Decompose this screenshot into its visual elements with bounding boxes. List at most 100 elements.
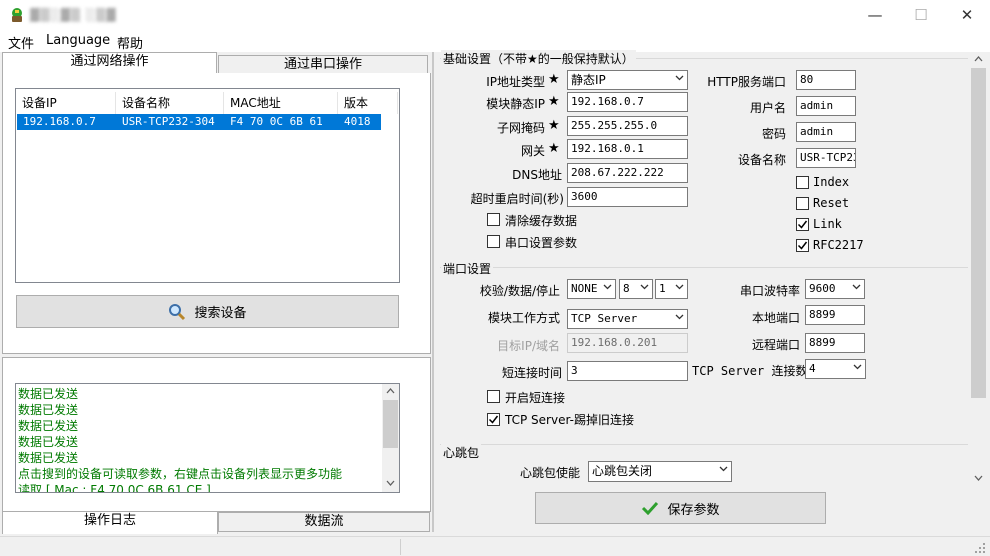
kick-old-checkbox[interactable] bbox=[487, 413, 500, 426]
serial-param-checkbox[interactable] bbox=[487, 235, 500, 248]
subnet-label: 子网掩码 bbox=[496, 121, 545, 135]
log-line: 数据已发送 bbox=[18, 451, 79, 465]
tab-serial[interactable]: 通过串口操作 bbox=[218, 55, 428, 75]
remote-port-label: 远程端口 bbox=[751, 338, 800, 352]
device-name-label: 设备名称 bbox=[737, 153, 786, 167]
target-input[interactable]: 192.168.0.201 bbox=[567, 333, 688, 353]
required-star: ★ bbox=[548, 141, 560, 156]
title-bar: ▓▒░▓▒ ░▒▓ — ☐ ✕ bbox=[0, 0, 990, 30]
timeout-input[interactable]: 3600 bbox=[567, 187, 688, 207]
tab-stream[interactable]: 数据流 bbox=[218, 512, 430, 532]
enable-short-checkbox[interactable] bbox=[487, 390, 500, 403]
mode-select[interactable]: TCP Server bbox=[567, 309, 688, 329]
tab-log[interactable]: 操作日志 bbox=[2, 512, 218, 534]
scroll-down-icon[interactable] bbox=[386, 480, 395, 486]
parity-value: NONE bbox=[571, 282, 598, 295]
stop-bits-value: 1 bbox=[659, 282, 666, 295]
index-label: Index bbox=[813, 175, 850, 189]
max-conn-select[interactable]: 4 bbox=[805, 359, 866, 379]
menu-help[interactable]: 帮助 bbox=[117, 33, 143, 52]
scroll-up-icon[interactable] bbox=[974, 56, 983, 62]
parity-select[interactable]: NONE bbox=[567, 279, 616, 299]
menu-file[interactable]: 文件 bbox=[8, 33, 34, 52]
heartbeat-value: 心跳包关闭 bbox=[592, 464, 653, 478]
ip-type-value: 静态IP bbox=[571, 73, 606, 87]
subnet-input[interactable]: 255.255.255.0 bbox=[567, 116, 688, 136]
column-header-name[interactable]: 设备名称 bbox=[116, 92, 224, 114]
short-conn-label: 短连接时间 bbox=[501, 366, 562, 380]
device-name-input[interactable]: USR-TCP23 bbox=[796, 148, 856, 168]
clear-cache-label: 清除缓存数据 bbox=[505, 214, 578, 228]
link-checkbox[interactable] bbox=[796, 218, 809, 231]
log-line: 数据已发送 bbox=[18, 435, 79, 449]
tab-network[interactable]: 通过网络操作 bbox=[2, 52, 217, 74]
required-star: ★ bbox=[548, 118, 560, 133]
gateway-label: 网关 bbox=[520, 144, 545, 158]
log-box[interactable]: 数据已发送 数据已发送 数据已发送 数据已发送 数据已发送 点击搜到的设备可读取… bbox=[15, 383, 400, 493]
http-port-input[interactable]: 80 bbox=[796, 70, 856, 90]
column-header-mac[interactable]: MAC地址 bbox=[224, 92, 338, 114]
resize-grip-icon[interactable] bbox=[974, 542, 986, 554]
reset-label: Reset bbox=[813, 196, 850, 210]
static-ip-input[interactable]: 192.168.0.7 bbox=[567, 92, 688, 112]
gateway-input[interactable]: 192.168.0.1 bbox=[567, 139, 688, 159]
log-line: 数据已发送 bbox=[18, 403, 79, 417]
chevron-down-icon bbox=[675, 284, 684, 290]
chevron-down-icon bbox=[719, 466, 728, 472]
close-button[interactable]: ✕ bbox=[944, 0, 990, 30]
log-scroll-thumb[interactable] bbox=[383, 400, 398, 448]
stop-bits-select[interactable]: 1 bbox=[655, 279, 688, 299]
save-button[interactable]: 保存参数 bbox=[535, 492, 826, 524]
check-icon bbox=[488, 415, 499, 424]
ip-type-label: IP地址类型 bbox=[486, 75, 545, 89]
heartbeat-select[interactable]: 心跳包关闭 bbox=[588, 461, 732, 482]
remote-port-input[interactable]: 8899 bbox=[805, 333, 865, 353]
max-conn-label: TCP Server 连接数 bbox=[692, 364, 808, 378]
username-input[interactable]: admin bbox=[796, 96, 856, 116]
log-scrollbar[interactable] bbox=[382, 384, 399, 492]
local-port-label: 本地端口 bbox=[751, 311, 800, 325]
rfc2217-checkbox[interactable] bbox=[796, 239, 809, 252]
short-conn-input[interactable]: 3 bbox=[567, 361, 688, 381]
reset-checkbox[interactable] bbox=[796, 197, 809, 210]
scroll-up-icon[interactable] bbox=[386, 388, 395, 394]
splitter[interactable] bbox=[432, 52, 434, 532]
clear-cache-checkbox[interactable] bbox=[487, 213, 500, 226]
tab-network-label: 通过网络操作 bbox=[70, 54, 149, 69]
mode-label: 模块工作方式 bbox=[487, 311, 560, 325]
port-group-title: 端口设置 bbox=[441, 260, 494, 277]
data-bits-select[interactable]: 8 bbox=[619, 279, 653, 299]
check-icon bbox=[797, 241, 808, 250]
local-port-input[interactable]: 8899 bbox=[805, 305, 865, 325]
dns-input[interactable]: 208.67.222.222 bbox=[567, 163, 688, 183]
target-label: 目标IP/域名 bbox=[497, 339, 560, 353]
cell-name: USR-TCP232-304 bbox=[122, 115, 215, 128]
menu-language[interactable]: Language bbox=[46, 33, 110, 48]
static-ip-label: 模块静态IP bbox=[486, 97, 545, 111]
column-header-version[interactable]: 版本 bbox=[338, 92, 398, 114]
settings-scroll-thumb[interactable] bbox=[971, 68, 986, 398]
cell-ip: 192.168.0.7 bbox=[23, 115, 96, 128]
minimize-button[interactable]: — bbox=[852, 0, 898, 30]
table-row[interactable]: 192.168.0.7 USR-TCP232-304 F4 70 0C 6B 6… bbox=[17, 114, 381, 144]
cell-version: 4018 bbox=[344, 115, 371, 128]
http-port-label: HTTP服务端口 bbox=[707, 75, 786, 89]
mode-value: TCP Server bbox=[571, 312, 638, 325]
ip-type-select[interactable]: 静态IP bbox=[567, 70, 688, 90]
log-line: 数据已发送 bbox=[18, 419, 79, 433]
password-label: 密码 bbox=[761, 127, 786, 141]
heartbeat-group-line bbox=[440, 444, 968, 445]
password-input[interactable]: admin bbox=[796, 122, 856, 142]
settings-scrollbar[interactable] bbox=[970, 52, 987, 487]
heartbeat-group-title: 心跳包 bbox=[441, 444, 482, 461]
maximize-button[interactable]: ☐ bbox=[898, 0, 944, 30]
window-title: ▓▒░▓▒ ░▒▓ bbox=[30, 8, 117, 22]
log-line: 点击搜到的设备可读取参数，右键点击设备列表显示更多功能 bbox=[18, 467, 343, 481]
baud-select[interactable]: 9600 bbox=[805, 279, 865, 299]
search-button[interactable]: 搜索设备 bbox=[16, 295, 399, 328]
scroll-down-icon[interactable] bbox=[974, 475, 983, 481]
column-header-ip[interactable]: 设备IP bbox=[16, 92, 116, 114]
index-checkbox[interactable] bbox=[796, 176, 809, 189]
menu-bar bbox=[0, 30, 990, 52]
cell-mac: F4 70 0C 6B 61 CE bbox=[230, 115, 323, 144]
